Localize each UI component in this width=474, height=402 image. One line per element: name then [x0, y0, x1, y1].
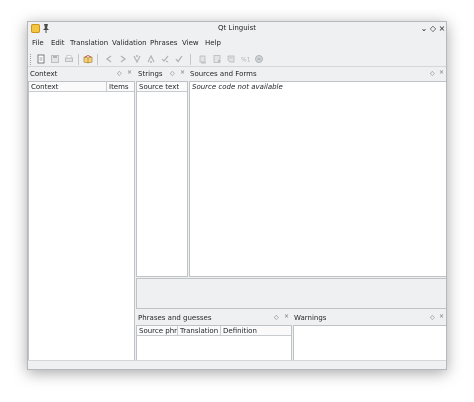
- warnings-dock-title[interactable]: Warnings: [294, 314, 394, 324]
- prev-unfinished-icon: [133, 55, 141, 64]
- next-icon: [120, 55, 127, 63]
- menu-file[interactable]: File: [32, 39, 44, 47]
- ending-punctuation-icon: [213, 55, 221, 63]
- context-float-button[interactable]: ◇: [117, 70, 122, 77]
- phrases-list[interactable]: Source phrase Translation Definition: [136, 325, 292, 361]
- source-not-available-message: Source code not available: [192, 83, 283, 91]
- source-phrase-column-header[interactable]: Source phrase: [137, 326, 178, 336]
- translation-editor-area[interactable]: [136, 278, 446, 309]
- warnings-close-button[interactable]: ×: [439, 313, 444, 320]
- sources-dock-title[interactable]: Sources and Forms: [190, 70, 310, 80]
- open-icon[interactable]: [36, 54, 46, 64]
- window-title: Qt Linguist: [218, 24, 256, 32]
- toolbar-separator: [190, 54, 191, 65]
- done-next-icon: [161, 55, 169, 63]
- toolbar-grip[interactable]: [30, 54, 32, 65]
- definition-column-header[interactable]: Definition: [221, 326, 291, 336]
- accelerators-icon: [199, 55, 206, 64]
- items-column-header[interactable]: Items: [107, 82, 134, 92]
- title-bar[interactable]: Qt Linguist ⌄ ◇ ×: [28, 22, 446, 36]
- sources-close-button[interactable]: ×: [439, 69, 444, 76]
- context-close-button[interactable]: ×: [127, 69, 132, 76]
- app-window: Qt Linguist ⌄ ◇ × File Edit Translation …: [27, 21, 447, 370]
- toolbar: %1: [28, 51, 446, 67]
- close-window-button[interactable]: ×: [437, 23, 446, 34]
- strings-close-button[interactable]: ×: [180, 69, 185, 76]
- phrases-float-button[interactable]: ◇: [274, 314, 279, 321]
- warnings-float-button[interactable]: ◇: [430, 314, 435, 321]
- menu-edit[interactable]: Edit: [51, 39, 65, 47]
- source-text-column-header[interactable]: Source text: [137, 82, 187, 92]
- book-icon[interactable]: [83, 54, 93, 64]
- place-markers-icon: %1: [241, 57, 250, 64]
- save-icon: [51, 55, 59, 63]
- toolbar-separator: [78, 54, 79, 65]
- print-icon: [65, 55, 73, 62]
- toolbar-separator: [97, 54, 98, 65]
- strings-float-button[interactable]: ◇: [170, 70, 175, 77]
- phrases-dock-title[interactable]: Phrases and guesses: [138, 314, 268, 324]
- menu-help[interactable]: Help: [205, 39, 221, 47]
- sources-view[interactable]: Source code not available: [189, 81, 446, 277]
- menu-validation[interactable]: Validation: [112, 39, 147, 47]
- translation-column-header[interactable]: Translation: [178, 326, 221, 336]
- menu-translation[interactable]: Translation: [70, 39, 108, 47]
- next-unfinished-icon: [147, 54, 155, 63]
- phrase-matches-icon: [227, 55, 235, 63]
- menu-view[interactable]: View: [182, 39, 199, 47]
- menu-phrases[interactable]: Phrases: [150, 39, 177, 47]
- svg-text:%1: %1: [241, 57, 250, 64]
- phrases-close-button[interactable]: ×: [284, 313, 289, 320]
- status-bar: [28, 360, 446, 369]
- length-icon: [255, 55, 263, 63]
- context-list[interactable]: Context Items: [28, 81, 135, 361]
- strings-list[interactable]: Source text: [136, 81, 188, 277]
- context-column-header[interactable]: Context: [29, 82, 107, 92]
- menu-bar: File Edit Translation Validation Phrases…: [28, 37, 446, 50]
- done-icon: [175, 55, 183, 63]
- sources-float-button[interactable]: ◇: [430, 70, 435, 77]
- warnings-list[interactable]: [293, 325, 446, 361]
- prev-icon: [105, 55, 112, 63]
